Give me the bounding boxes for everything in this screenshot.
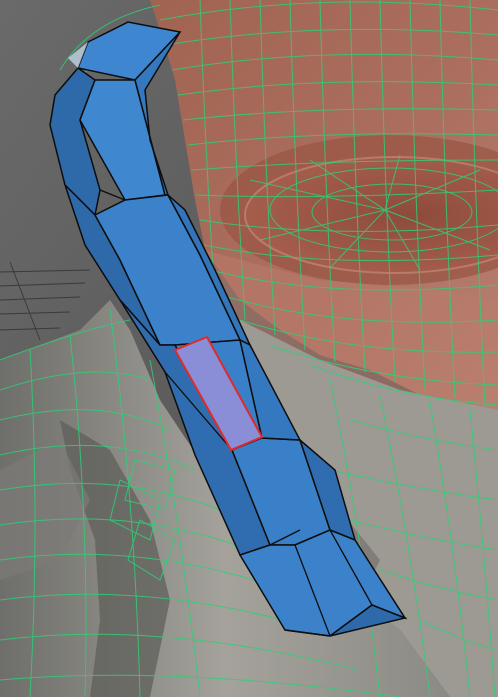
3d-viewport[interactable] <box>0 0 498 697</box>
viewport-canvas[interactable] <box>0 0 498 697</box>
